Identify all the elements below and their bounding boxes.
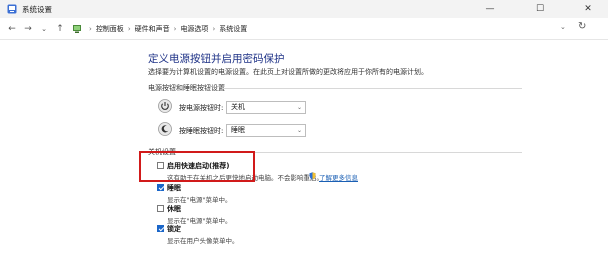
hibernate-option-title: 休眠 [167, 205, 181, 213]
power-button-value: 关机 [231, 103, 245, 111]
up-button[interactable]: ↑ [54, 23, 66, 35]
sleep-button-icon [158, 122, 172, 136]
control-panel-icon [73, 25, 81, 33]
power-button-label: 按电源按钮时: [179, 104, 224, 112]
navigation-bar: ← → ⌄ ↑ › 控制面板 › 硬件和声音 › 电源选项 › 系统设置 ⌄ ↻ [0, 18, 608, 40]
lock-option-title: 锁定 [167, 225, 181, 233]
back-button[interactable]: ← [6, 23, 18, 35]
sleep-checkbox[interactable] [157, 184, 164, 191]
hibernate-checkbox[interactable] [157, 205, 164, 212]
breadcrumb-separator: › [89, 25, 92, 33]
chevron-down-icon: ⌄ [296, 104, 302, 111]
page-description: 选择要为计算机设置的电源设置。在此页上对设置所做的更改将应用于你所有的电源计划。 [148, 68, 428, 76]
breadcrumb-separator: › [173, 25, 177, 33]
main-content: 定义电源按钮并启用密码保护 选择要为计算机设置的电源设置。在此页上对设置所做的更… [0, 41, 608, 273]
breadcrumb-hardware-sound[interactable]: 硬件和声音 [135, 24, 170, 34]
lock-checkbox[interactable] [157, 225, 164, 232]
title-bar: 系统设置 — ☐ ✕ [0, 0, 608, 18]
breadcrumb-separator: › [127, 25, 131, 33]
breadcrumb-control-panel[interactable]: 控制面板 [96, 24, 124, 34]
sleep-option-description: 显示在"电源"菜单中。 [167, 196, 232, 204]
recent-locations-button[interactable]: ⌄ [38, 23, 50, 35]
breadcrumb-system-settings[interactable]: 系统设置 [219, 24, 247, 34]
sleep-button-value: 睡眠 [231, 126, 245, 134]
page-title: 定义电源按钮并启用密码保护 [148, 53, 285, 65]
sleep-option-title: 睡眠 [167, 184, 181, 192]
fast-startup-highlight [139, 151, 255, 182]
sleep-button-label: 按睡眠按钮时: [179, 127, 224, 135]
button-settings-heading: 电源按钮和睡眠按钮设置 [148, 84, 225, 92]
power-button-select[interactable]: 关机 ⌄ [226, 101, 306, 114]
settings-icon [7, 4, 17, 14]
refresh-button[interactable]: ↻ [578, 21, 586, 32]
forward-button[interactable]: → [22, 23, 34, 35]
chevron-down-icon: ⌄ [296, 127, 302, 134]
lock-option-description: 显示在用户头像菜单中。 [167, 237, 239, 245]
address-bar[interactable]: › 控制面板 › 硬件和声音 › 电源选项 › 系统设置 [72, 21, 562, 37]
address-dropdown-icon[interactable]: ⌄ [560, 23, 566, 31]
maximize-button[interactable]: ☐ [520, 0, 560, 18]
breadcrumb-separator: › [212, 25, 216, 33]
uac-shield-icon [309, 172, 316, 180]
window-title: 系统设置 [22, 5, 52, 14]
close-button[interactable]: ✕ [568, 0, 608, 18]
breadcrumb-power-options[interactable]: 电源选项 [180, 24, 208, 34]
power-button-icon [158, 99, 172, 113]
minimize-button[interactable]: — [470, 0, 510, 18]
sleep-button-select[interactable]: 睡眠 ⌄ [226, 124, 306, 137]
section-divider [222, 88, 522, 89]
learn-more-link[interactable]: 了解更多信息 [319, 172, 358, 182]
